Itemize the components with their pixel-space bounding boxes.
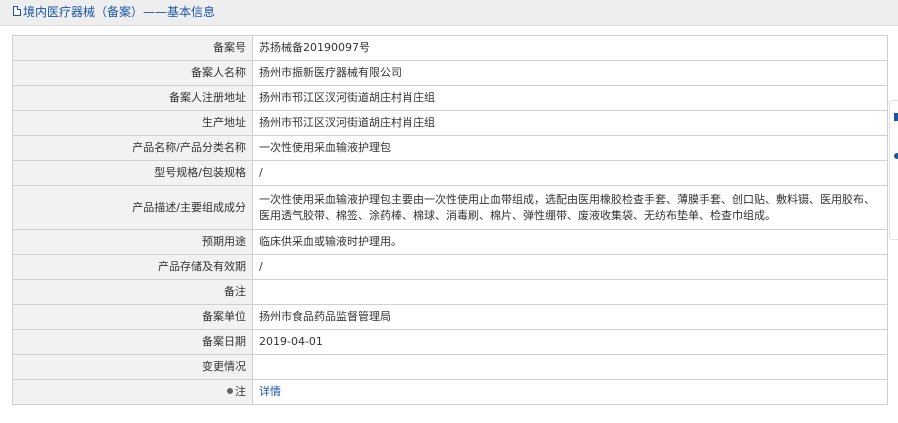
row-label: 型号规格/包装规格 xyxy=(12,160,253,186)
document-icon xyxy=(13,6,21,16)
row-label: 产品存储及有效期 xyxy=(12,254,253,280)
row-label: 产品名称/产品分类名称 xyxy=(12,135,253,161)
row-value: 扬州市振新医疗器械有限公司 xyxy=(252,60,888,86)
note-value-cell: 详情 xyxy=(252,379,888,405)
row-label: 产品描述/主要组成成分 xyxy=(12,185,253,230)
pin-icon xyxy=(227,388,233,394)
row-value: 扬州市邗江区汊河街道胡庄村肖庄组 xyxy=(252,110,888,136)
side-dot-icon[interactable] xyxy=(894,153,898,159)
row-label: 备案人名称 xyxy=(12,60,253,86)
row-label: 备注 xyxy=(12,279,253,305)
details-link[interactable]: 详情 xyxy=(259,385,281,398)
row-label: 备案日期 xyxy=(12,329,253,355)
row-label: 预期用途 xyxy=(12,229,253,255)
row-value: 苏扬械备20190097号 xyxy=(252,35,888,61)
table-row: 产品存储及有效期 / xyxy=(12,254,888,280)
table-row: 备案号 苏扬械备20190097号 xyxy=(12,35,888,61)
page-header: 境内医疗器械（备案）——基本信息 xyxy=(0,0,898,26)
table-row: 生产地址 扬州市邗江区汊河街道胡庄村肖庄组 xyxy=(12,110,888,136)
table-row: 备案日期 2019-04-01 xyxy=(12,329,888,355)
row-value: / xyxy=(252,160,888,186)
row-value: / xyxy=(252,254,888,280)
row-label: 备案单位 xyxy=(12,304,253,330)
row-value: 2019-04-01 xyxy=(252,329,888,355)
table-row: 产品描述/主要组成成分 一次性使用采血输液护理包主要由一次性使用止血带组成，选配… xyxy=(12,185,888,230)
table-row: 注 详情 xyxy=(12,379,888,405)
table-row: 备注 xyxy=(12,279,888,305)
side-tool-icon[interactable] xyxy=(894,113,898,121)
table-row: 预期用途 临床供采血或输液时护理用。 xyxy=(12,229,888,255)
row-label: 备案号 xyxy=(12,35,253,61)
row-value: 扬州市食品药品监督管理局 xyxy=(252,304,888,330)
info-table: 备案号 苏扬械备20190097号 备案人名称 扬州市振新医疗器械有限公司 备案… xyxy=(12,35,888,405)
note-label: 注 xyxy=(235,385,246,398)
table-row: 备案人注册地址 扬州市邗江区汊河街道胡庄村肖庄组 xyxy=(12,85,888,111)
table-row: 备案单位 扬州市食品药品监督管理局 xyxy=(12,304,888,330)
table-row: 产品名称/产品分类名称 一次性使用采血输液护理包 xyxy=(12,135,888,161)
row-value: 临床供采血或输液时护理用。 xyxy=(252,229,888,255)
table-row: 备案人名称 扬州市振新医疗器械有限公司 xyxy=(12,60,888,86)
table-row: 型号规格/包装规格 / xyxy=(12,160,888,186)
row-value xyxy=(252,279,888,305)
row-value: 扬州市邗江区汊河街道胡庄村肖庄组 xyxy=(252,85,888,111)
row-label: 备案人注册地址 xyxy=(12,85,253,111)
side-toolbar[interactable] xyxy=(889,100,898,240)
row-value xyxy=(252,354,888,380)
note-label-cell: 注 xyxy=(12,379,253,405)
row-value: 一次性使用采血输液护理包 xyxy=(252,135,888,161)
row-label: 变更情况 xyxy=(12,354,253,380)
page-title: 境内医疗器械（备案）——基本信息 xyxy=(23,5,216,19)
table-row: 变更情况 xyxy=(12,354,888,380)
row-value: 一次性使用采血输液护理包主要由一次性使用止血带组成，选配由医用橡胶检查手套、薄膜… xyxy=(252,185,888,230)
row-label: 生产地址 xyxy=(12,110,253,136)
